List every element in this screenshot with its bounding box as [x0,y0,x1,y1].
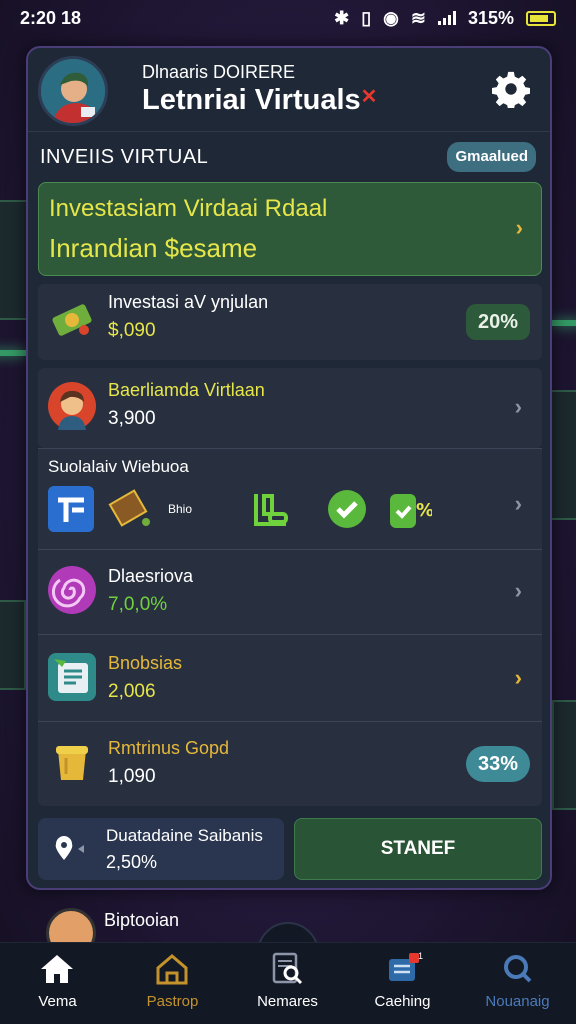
status-bar: 2:20 18 ✱ ▯ ◉ ≋ 315% [0,0,576,36]
row-label: Rmtrinus Gopd [108,738,230,758]
location-pin-icon [55,836,84,860]
bluetooth-icon: ✱ [334,7,350,28]
nav-item-pastrop[interactable]: Pastrop [115,943,230,1024]
check-circle-icon[interactable] [324,486,370,532]
icon-strip: Bhio % [48,486,518,532]
percent-badge: 20% [465,304,530,340]
list-item[interactable]: Rmtrinus Gopd 1,090 33% [38,722,542,806]
row-value: 3,900 [108,408,156,429]
chevron-right-icon: › [514,578,522,603]
row-label: Suolalaiv Wiebuoa [48,457,189,476]
row-label: Biptooian [104,910,180,930]
row-label: Investasi aV ynjulan [108,292,269,312]
nav-item-home[interactable]: Vema [0,943,115,1024]
avatar[interactable] [38,56,108,126]
percent-badge: 33% [465,746,530,782]
svg-text:%: % [416,500,432,521]
person-avatar-icon [48,382,96,430]
summary-value: 2,50% [106,852,158,872]
list-item[interactable]: Investasi aV ynjulan $,090 20% [38,284,542,360]
strip-label: Bhio [168,502,193,516]
background-glow [0,350,26,356]
nav-item-nouanaig[interactable]: Nouanaig [460,943,575,1024]
bottom-nav: Vema Pastrop Nemares 1 Caehing Nouanaig [0,942,576,1024]
nav-item-caehing[interactable]: 1 Caehing [345,943,460,1024]
nav-label: Caehing [374,993,431,1010]
vibrate-icon: ▯ [361,7,372,28]
notification-badge: 1 [418,951,424,961]
chart-tray-icon[interactable] [248,486,294,532]
wifi-icon: ≋ [410,7,426,28]
row-value: 7,0,0% [108,594,168,615]
status-time: 2:20 18 [20,7,82,28]
background-glow [552,320,576,326]
row-value: 2,006 [108,681,156,702]
message-icon [389,953,419,981]
start-button[interactable]: STANEF [294,818,542,880]
list-item[interactable]: Bnobsias 2,006 › [38,635,542,721]
banner-line-2: Inrandian $esame [49,233,258,263]
promo-banner[interactable]: Investasiam Virdaai Rdaal Inrandian $esa… [38,182,542,276]
chevron-right-icon: › [514,394,522,419]
alarm-icon: ◉ [383,7,399,28]
banner-line-1: Investasiam Virdaai Rdaal [49,195,328,222]
house-outline-icon [156,954,188,985]
app-title: Letnriai Virtuals✕ [142,84,377,117]
ticket-icon[interactable] [108,486,154,532]
summary-label: Duatadaine Saibanis [106,826,263,845]
status-badge: Gmaalued [447,142,536,172]
app-title-text: Letnriai Virtuals [142,84,361,116]
coin-jar-icon [48,738,96,786]
transfer-app-icon[interactable] [48,486,94,532]
close-badge-icon: ✕ [360,86,378,108]
row-label: Bnobsias [108,653,183,673]
battery-icon [526,10,556,26]
nav-item-nemares[interactable]: Nemares [230,943,345,1024]
row-label: Dlaesriova [108,566,194,586]
home-icon [41,955,73,983]
main-card: Dlnaaris DOIRERE Letnriai Virtuals✕ INVE… [26,46,552,890]
document-icon [48,653,96,701]
list-item[interactable]: Dlaesriova 7,0,0% › [38,550,542,634]
spiral-icon [48,566,96,614]
app-subtitle: Dlnaaris DOIRERE [142,62,296,82]
background-panel [550,390,576,520]
header: Dlnaaris DOIRERE Letnriai Virtuals✕ [28,48,550,132]
chevron-right-icon: › [515,215,523,240]
background-panel [0,600,26,690]
nav-label: Nemares [257,993,318,1010]
nav-label: Vema [38,993,77,1010]
battery-text: 315% [467,7,514,28]
row-label: Baerliamda Virtlaan [108,380,265,400]
chevron-right-icon: › [514,665,522,690]
money-bundle-icon [48,296,96,344]
row-value: $,090 [108,320,156,341]
secure-wallet-icon[interactable]: % [386,486,434,532]
background-panel [552,700,576,810]
signal-icon [437,11,456,25]
gear-icon[interactable] [492,70,530,108]
row-value: 1,090 [108,766,156,787]
list-item[interactable]: Baerliamda Virtlaan 3,900 › [38,368,542,448]
search-icon [504,955,532,983]
section-title: INVEIIS VIRTUAL [40,146,209,168]
nav-label: Nouanaig [485,993,550,1010]
summary-card[interactable]: Duatadaine Saibanis 2,50% [38,818,284,880]
search-document-icon [272,952,303,985]
nav-label: Pastrop [146,993,199,1010]
